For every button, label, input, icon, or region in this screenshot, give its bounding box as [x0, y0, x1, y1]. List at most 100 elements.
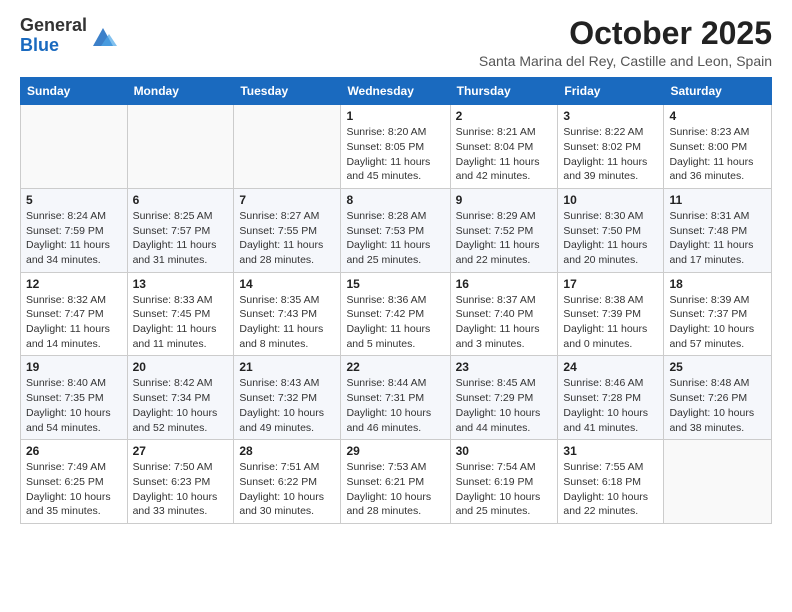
day-number: 24	[563, 360, 658, 374]
day-info: Sunrise: 7:49 AMSunset: 6:25 PMDaylight:…	[26, 460, 122, 519]
table-row: 12Sunrise: 8:32 AMSunset: 7:47 PMDayligh…	[21, 272, 128, 356]
day-info: Sunrise: 8:27 AMSunset: 7:55 PMDaylight:…	[239, 209, 335, 268]
day-number: 11	[669, 193, 766, 207]
header: General Blue October 2025 Santa Marina d…	[20, 16, 772, 69]
day-info: Sunrise: 8:40 AMSunset: 7:35 PMDaylight:…	[26, 376, 122, 435]
day-info: Sunrise: 8:35 AMSunset: 7:43 PMDaylight:…	[239, 293, 335, 352]
table-row: 4 Sunrise: 8:23 AMSunset: 8:00 PMDaylight…	[664, 105, 772, 189]
table-row: 16 Sunrise: 8:37 AMSunset: 7:40 PMDayligh…	[450, 272, 558, 356]
day-number: 16	[456, 277, 553, 291]
logo-general: General	[20, 15, 87, 35]
table-row: 22 Sunrise: 8:44 AMSunset: 7:31 PMDayligh…	[341, 356, 450, 440]
table-row: 27 Sunrise: 7:50 AMSunset: 6:23 PMDayligh…	[127, 440, 234, 524]
day-info: Sunrise: 8:46 AMSunset: 7:28 PMDaylight:…	[563, 376, 658, 435]
day-info: Sunrise: 7:53 AMSunset: 6:21 PMDaylight:…	[346, 460, 444, 519]
day-number: 28	[239, 444, 335, 458]
table-row: 23Sunrise: 8:45 AMSunset: 7:29 PMDayligh…	[450, 356, 558, 440]
day-info: Sunrise: 8:42 AMSunset: 7:34 PMDaylight:…	[133, 376, 229, 435]
table-row: 21 Sunrise: 8:43 AMSunset: 7:32 PMDayligh…	[234, 356, 341, 440]
day-info: Sunrise: 7:50 AMSunset: 6:23 PMDaylight:…	[133, 460, 229, 519]
day-info: Sunrise: 8:36 AMSunset: 7:42 PMDaylight:…	[346, 293, 444, 352]
col-saturday: Saturday	[664, 78, 772, 105]
logo-blue: Blue	[20, 35, 59, 55]
table-row: 28Sunrise: 7:51 AMSunset: 6:22 PMDayligh…	[234, 440, 341, 524]
day-number: 29	[346, 444, 444, 458]
day-info: Sunrise: 8:25 AMSunset: 7:57 PMDaylight:…	[133, 209, 229, 268]
day-info: Sunrise: 8:48 AMSunset: 7:26 PMDaylight:…	[669, 376, 766, 435]
day-info: Sunrise: 8:23 AMSunset: 8:00 PMDaylight:…	[669, 125, 766, 184]
table-row: 24 Sunrise: 8:46 AMSunset: 7:28 PMDayligh…	[558, 356, 664, 440]
day-info: Sunrise: 8:43 AMSunset: 7:32 PMDaylight:…	[239, 376, 335, 435]
day-number: 7	[239, 193, 335, 207]
table-row: 9Sunrise: 8:29 AMSunset: 7:52 PMDaylight…	[450, 188, 558, 272]
table-row: 13Sunrise: 8:33 AMSunset: 7:45 PMDayligh…	[127, 272, 234, 356]
table-row	[21, 105, 128, 189]
table-row: 20 Sunrise: 8:42 AMSunset: 7:34 PMDayligh…	[127, 356, 234, 440]
table-row	[234, 105, 341, 189]
table-row: 7 Sunrise: 8:27 AMSunset: 7:55 PMDaylight…	[234, 188, 341, 272]
day-info: Sunrise: 8:37 AMSunset: 7:40 PMDaylight:…	[456, 293, 553, 352]
table-row: 6 Sunrise: 8:25 AMSunset: 7:57 PMDaylight…	[127, 188, 234, 272]
calendar-week-row: 26 Sunrise: 7:49 AMSunset: 6:25 PMDayligh…	[21, 440, 772, 524]
day-info: Sunrise: 8:31 AMSunset: 7:48 PMDaylight:…	[669, 209, 766, 268]
col-sunday: Sunday	[21, 78, 128, 105]
day-number: 31	[563, 444, 658, 458]
day-number: 3	[563, 109, 658, 123]
day-info: Sunrise: 8:45 AMSunset: 7:29 PMDaylight:…	[456, 376, 553, 435]
calendar-week-row: 19 Sunrise: 8:40 AMSunset: 7:35 PMDayligh…	[21, 356, 772, 440]
day-number: 1	[346, 109, 444, 123]
day-info: Sunrise: 8:44 AMSunset: 7:31 PMDaylight:…	[346, 376, 444, 435]
day-info: Sunrise: 8:38 AMSunset: 7:39 PMDaylight:…	[563, 293, 658, 352]
table-row: 11 Sunrise: 8:31 AMSunset: 7:48 PMDayligh…	[664, 188, 772, 272]
table-row: 19 Sunrise: 8:40 AMSunset: 7:35 PMDayligh…	[21, 356, 128, 440]
col-wednesday: Wednesday	[341, 78, 450, 105]
month-title: October 2025	[479, 16, 772, 51]
page: General Blue October 2025 Santa Marina d…	[0, 0, 792, 612]
day-info: Sunrise: 8:29 AMSunset: 7:52 PMDaylight:…	[456, 209, 553, 268]
day-number: 22	[346, 360, 444, 374]
table-row: 15 Sunrise: 8:36 AMSunset: 7:42 PMDayligh…	[341, 272, 450, 356]
day-number: 18	[669, 277, 766, 291]
logo-text: General Blue	[20, 16, 87, 56]
logo-icon	[89, 22, 117, 50]
logo: General Blue	[20, 16, 117, 56]
table-row: 8Sunrise: 8:28 AMSunset: 7:53 PMDaylight…	[341, 188, 450, 272]
day-number: 15	[346, 277, 444, 291]
table-row: 10Sunrise: 8:30 AMSunset: 7:50 PMDayligh…	[558, 188, 664, 272]
day-number: 5	[26, 193, 122, 207]
day-info: Sunrise: 8:22 AMSunset: 8:02 PMDaylight:…	[563, 125, 658, 184]
calendar-week-row: 12Sunrise: 8:32 AMSunset: 7:47 PMDayligh…	[21, 272, 772, 356]
table-row: 29 Sunrise: 7:53 AMSunset: 6:21 PMDayligh…	[341, 440, 450, 524]
col-tuesday: Tuesday	[234, 78, 341, 105]
title-block: October 2025 Santa Marina del Rey, Casti…	[479, 16, 772, 69]
table-row	[664, 440, 772, 524]
location-title: Santa Marina del Rey, Castille and Leon,…	[479, 53, 772, 69]
day-info: Sunrise: 8:24 AMSunset: 7:59 PMDaylight:…	[26, 209, 122, 268]
day-number: 4	[669, 109, 766, 123]
col-thursday: Thursday	[450, 78, 558, 105]
day-number: 27	[133, 444, 229, 458]
day-number: 17	[563, 277, 658, 291]
calendar-header-row: Sunday Monday Tuesday Wednesday Thursday…	[21, 78, 772, 105]
day-info: Sunrise: 8:30 AMSunset: 7:50 PMDaylight:…	[563, 209, 658, 268]
day-info: Sunrise: 8:33 AMSunset: 7:45 PMDaylight:…	[133, 293, 229, 352]
table-row: 17 Sunrise: 8:38 AMSunset: 7:39 PMDayligh…	[558, 272, 664, 356]
day-number: 14	[239, 277, 335, 291]
table-row: 30Sunrise: 7:54 AMSunset: 6:19 PMDayligh…	[450, 440, 558, 524]
day-number: 6	[133, 193, 229, 207]
table-row: 26 Sunrise: 7:49 AMSunset: 6:25 PMDayligh…	[21, 440, 128, 524]
day-number: 26	[26, 444, 122, 458]
day-info: Sunrise: 8:20 AMSunset: 8:05 PMDaylight:…	[346, 125, 444, 184]
table-row: 18 Sunrise: 8:39 AMSunset: 7:37 PMDayligh…	[664, 272, 772, 356]
day-number: 19	[26, 360, 122, 374]
day-info: Sunrise: 8:39 AMSunset: 7:37 PMDaylight:…	[669, 293, 766, 352]
col-friday: Friday	[558, 78, 664, 105]
day-number: 2	[456, 109, 553, 123]
day-number: 30	[456, 444, 553, 458]
day-info: Sunrise: 7:55 AMSunset: 6:18 PMDaylight:…	[563, 460, 658, 519]
table-row	[127, 105, 234, 189]
calendar-table: Sunday Monday Tuesday Wednesday Thursday…	[20, 77, 772, 524]
day-number: 20	[133, 360, 229, 374]
day-number: 21	[239, 360, 335, 374]
table-row: 3 Sunrise: 8:22 AMSunset: 8:02 PMDaylight…	[558, 105, 664, 189]
